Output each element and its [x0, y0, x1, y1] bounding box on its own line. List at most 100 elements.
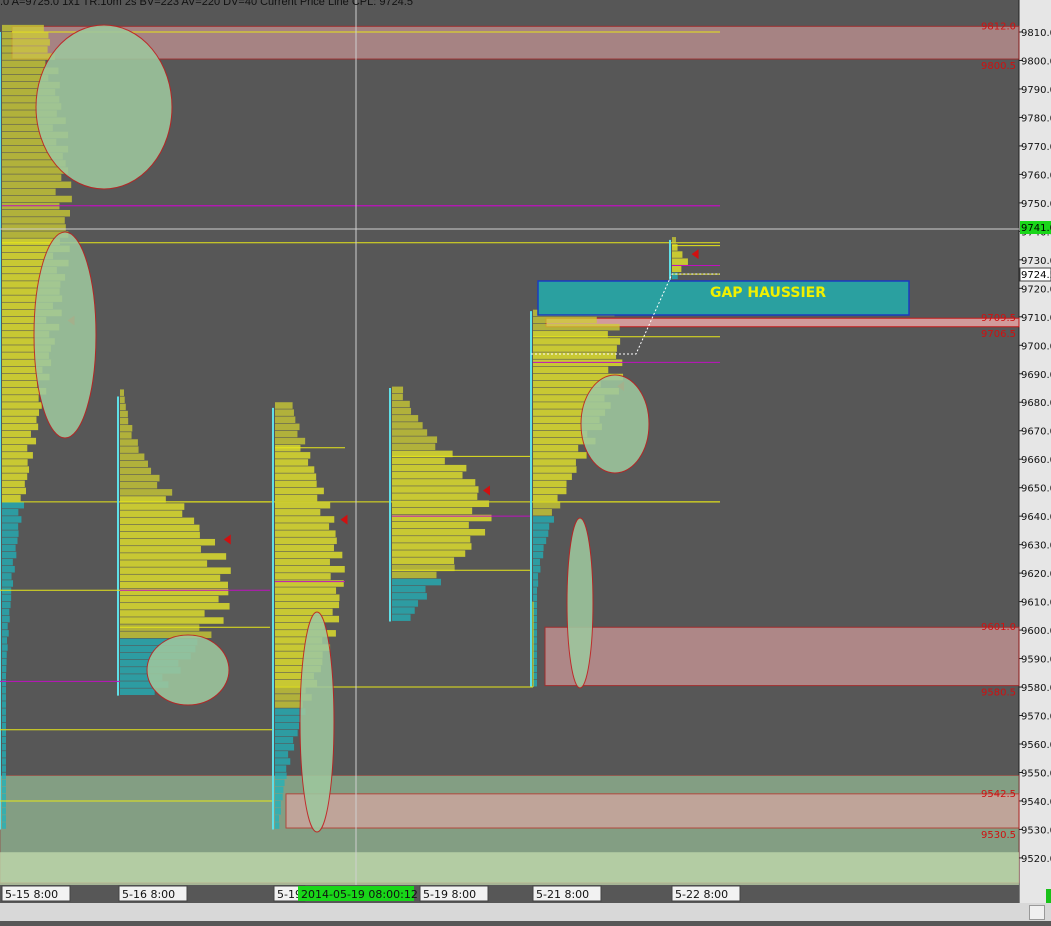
price-tick-label: 9780.0	[1021, 113, 1051, 124]
horizontal-scrollbar[interactable]	[0, 889, 1051, 921]
profile-bar	[275, 423, 300, 431]
profile-bar	[392, 593, 427, 600]
profile-bar	[533, 316, 597, 324]
price-tick-label: 9800.0	[1021, 56, 1051, 67]
profile-bar	[275, 594, 340, 601]
profile-bar	[533, 679, 537, 687]
price-tick-label: 9640.0	[1021, 512, 1051, 523]
profile-bar	[120, 460, 148, 468]
price-tick-label: 9710.0	[1021, 313, 1051, 324]
gap-annotation-label: GAP HAUSSIER	[710, 285, 826, 301]
profile-bar	[392, 457, 445, 465]
profile-bar	[275, 530, 336, 537]
profile-bar	[275, 800, 281, 808]
profile-bar	[275, 544, 334, 552]
profile-bar	[2, 480, 25, 488]
profile-bar	[533, 459, 576, 466]
profile-bar	[120, 574, 221, 582]
profile-bar	[120, 503, 185, 510]
profile-bar	[275, 430, 298, 438]
profile-bar	[392, 521, 469, 529]
time-label: 5-19 8:00	[423, 888, 476, 901]
profile-bar	[533, 637, 537, 644]
highlight-ellipse	[580, 374, 650, 474]
support-band-lower	[0, 852, 1019, 887]
profile-bar	[275, 758, 291, 765]
profile-bar	[120, 389, 124, 396]
profile-bar	[120, 595, 219, 603]
profile-bar	[120, 417, 129, 425]
scroll-thumb[interactable]	[1029, 905, 1045, 920]
profile-bar	[120, 538, 216, 546]
highlight-ellipse	[299, 611, 335, 833]
price-tick-label: 9550.0	[1021, 768, 1051, 779]
profile-bar	[2, 658, 7, 666]
profile-bar	[533, 523, 550, 530]
open-marker	[223, 534, 231, 545]
profile-bar	[2, 736, 6, 744]
profile-bar	[2, 744, 6, 751]
zone-resistance	[11, 25, 1020, 60]
profile-bar	[2, 416, 37, 423]
profile-bar	[2, 32, 49, 39]
profile-bar	[533, 473, 572, 480]
profile-bar	[533, 566, 541, 573]
highlight-ellipse	[35, 24, 173, 190]
profile-bar	[392, 536, 471, 543]
profile-bar	[120, 446, 139, 453]
profile-bar	[533, 516, 554, 523]
profile-bar	[533, 608, 537, 616]
profile-bar	[533, 494, 558, 502]
profile-bar	[2, 566, 15, 573]
profile-bar	[392, 543, 472, 550]
profile-bar	[2, 523, 19, 530]
profile-bar	[2, 409, 40, 416]
profile-bar	[275, 452, 311, 459]
profile-bar	[2, 765, 6, 772]
price-tick-label: 9650.0	[1021, 484, 1051, 495]
profile-bar	[392, 585, 426, 593]
price-tick-label: 9520.0	[1021, 854, 1051, 865]
profile-bar	[120, 403, 126, 411]
profile-bar	[120, 489, 173, 496]
price-tick-label: 9610.0	[1021, 598, 1051, 609]
profile-bar	[2, 608, 10, 616]
profile-bar	[2, 530, 19, 537]
profile-bar	[392, 550, 466, 557]
time-label: 5-22 8:00	[675, 888, 728, 901]
profile-bar	[275, 601, 340, 609]
profile-bar	[275, 701, 303, 708]
price-tick-label: 9770.0	[1021, 142, 1051, 153]
profile-bar	[533, 509, 552, 516]
price-tick-label: 9760.0	[1021, 170, 1051, 181]
chart-header-info: .0 A=9725.0 1x1 TR:10m 2s BV=223 AV=220 …	[0, 0, 413, 8]
profile-bar	[2, 672, 6, 680]
profile-bar	[533, 551, 544, 559]
open-marker	[691, 249, 699, 260]
profile-bar	[392, 557, 455, 564]
profile-bar	[275, 466, 315, 473]
profile-bar	[392, 614, 411, 621]
price-tick-label: 9670.0	[1021, 427, 1051, 438]
profile-bar	[533, 352, 617, 359]
profile-bar	[2, 601, 11, 609]
profile-bar	[392, 400, 410, 408]
profile-bar	[275, 480, 317, 488]
profile-bar	[533, 323, 620, 331]
profile-bar	[392, 386, 404, 394]
profile-bar	[392, 571, 437, 579]
profile-bar	[275, 416, 296, 423]
highlight-ellipse	[146, 634, 230, 706]
profile-bar	[2, 808, 6, 815]
profile-bar	[533, 444, 579, 452]
profile-bar	[275, 494, 318, 502]
profile-bar	[275, 459, 309, 466]
profile-bar	[672, 258, 688, 265]
profile-bar	[2, 46, 48, 53]
profile-bar	[2, 181, 72, 189]
profile-bar	[275, 501, 331, 509]
profile-bar	[2, 195, 72, 203]
profile-bar	[120, 553, 227, 560]
profile-bar	[533, 672, 537, 680]
price-tick-label: 9680.0	[1021, 398, 1051, 409]
